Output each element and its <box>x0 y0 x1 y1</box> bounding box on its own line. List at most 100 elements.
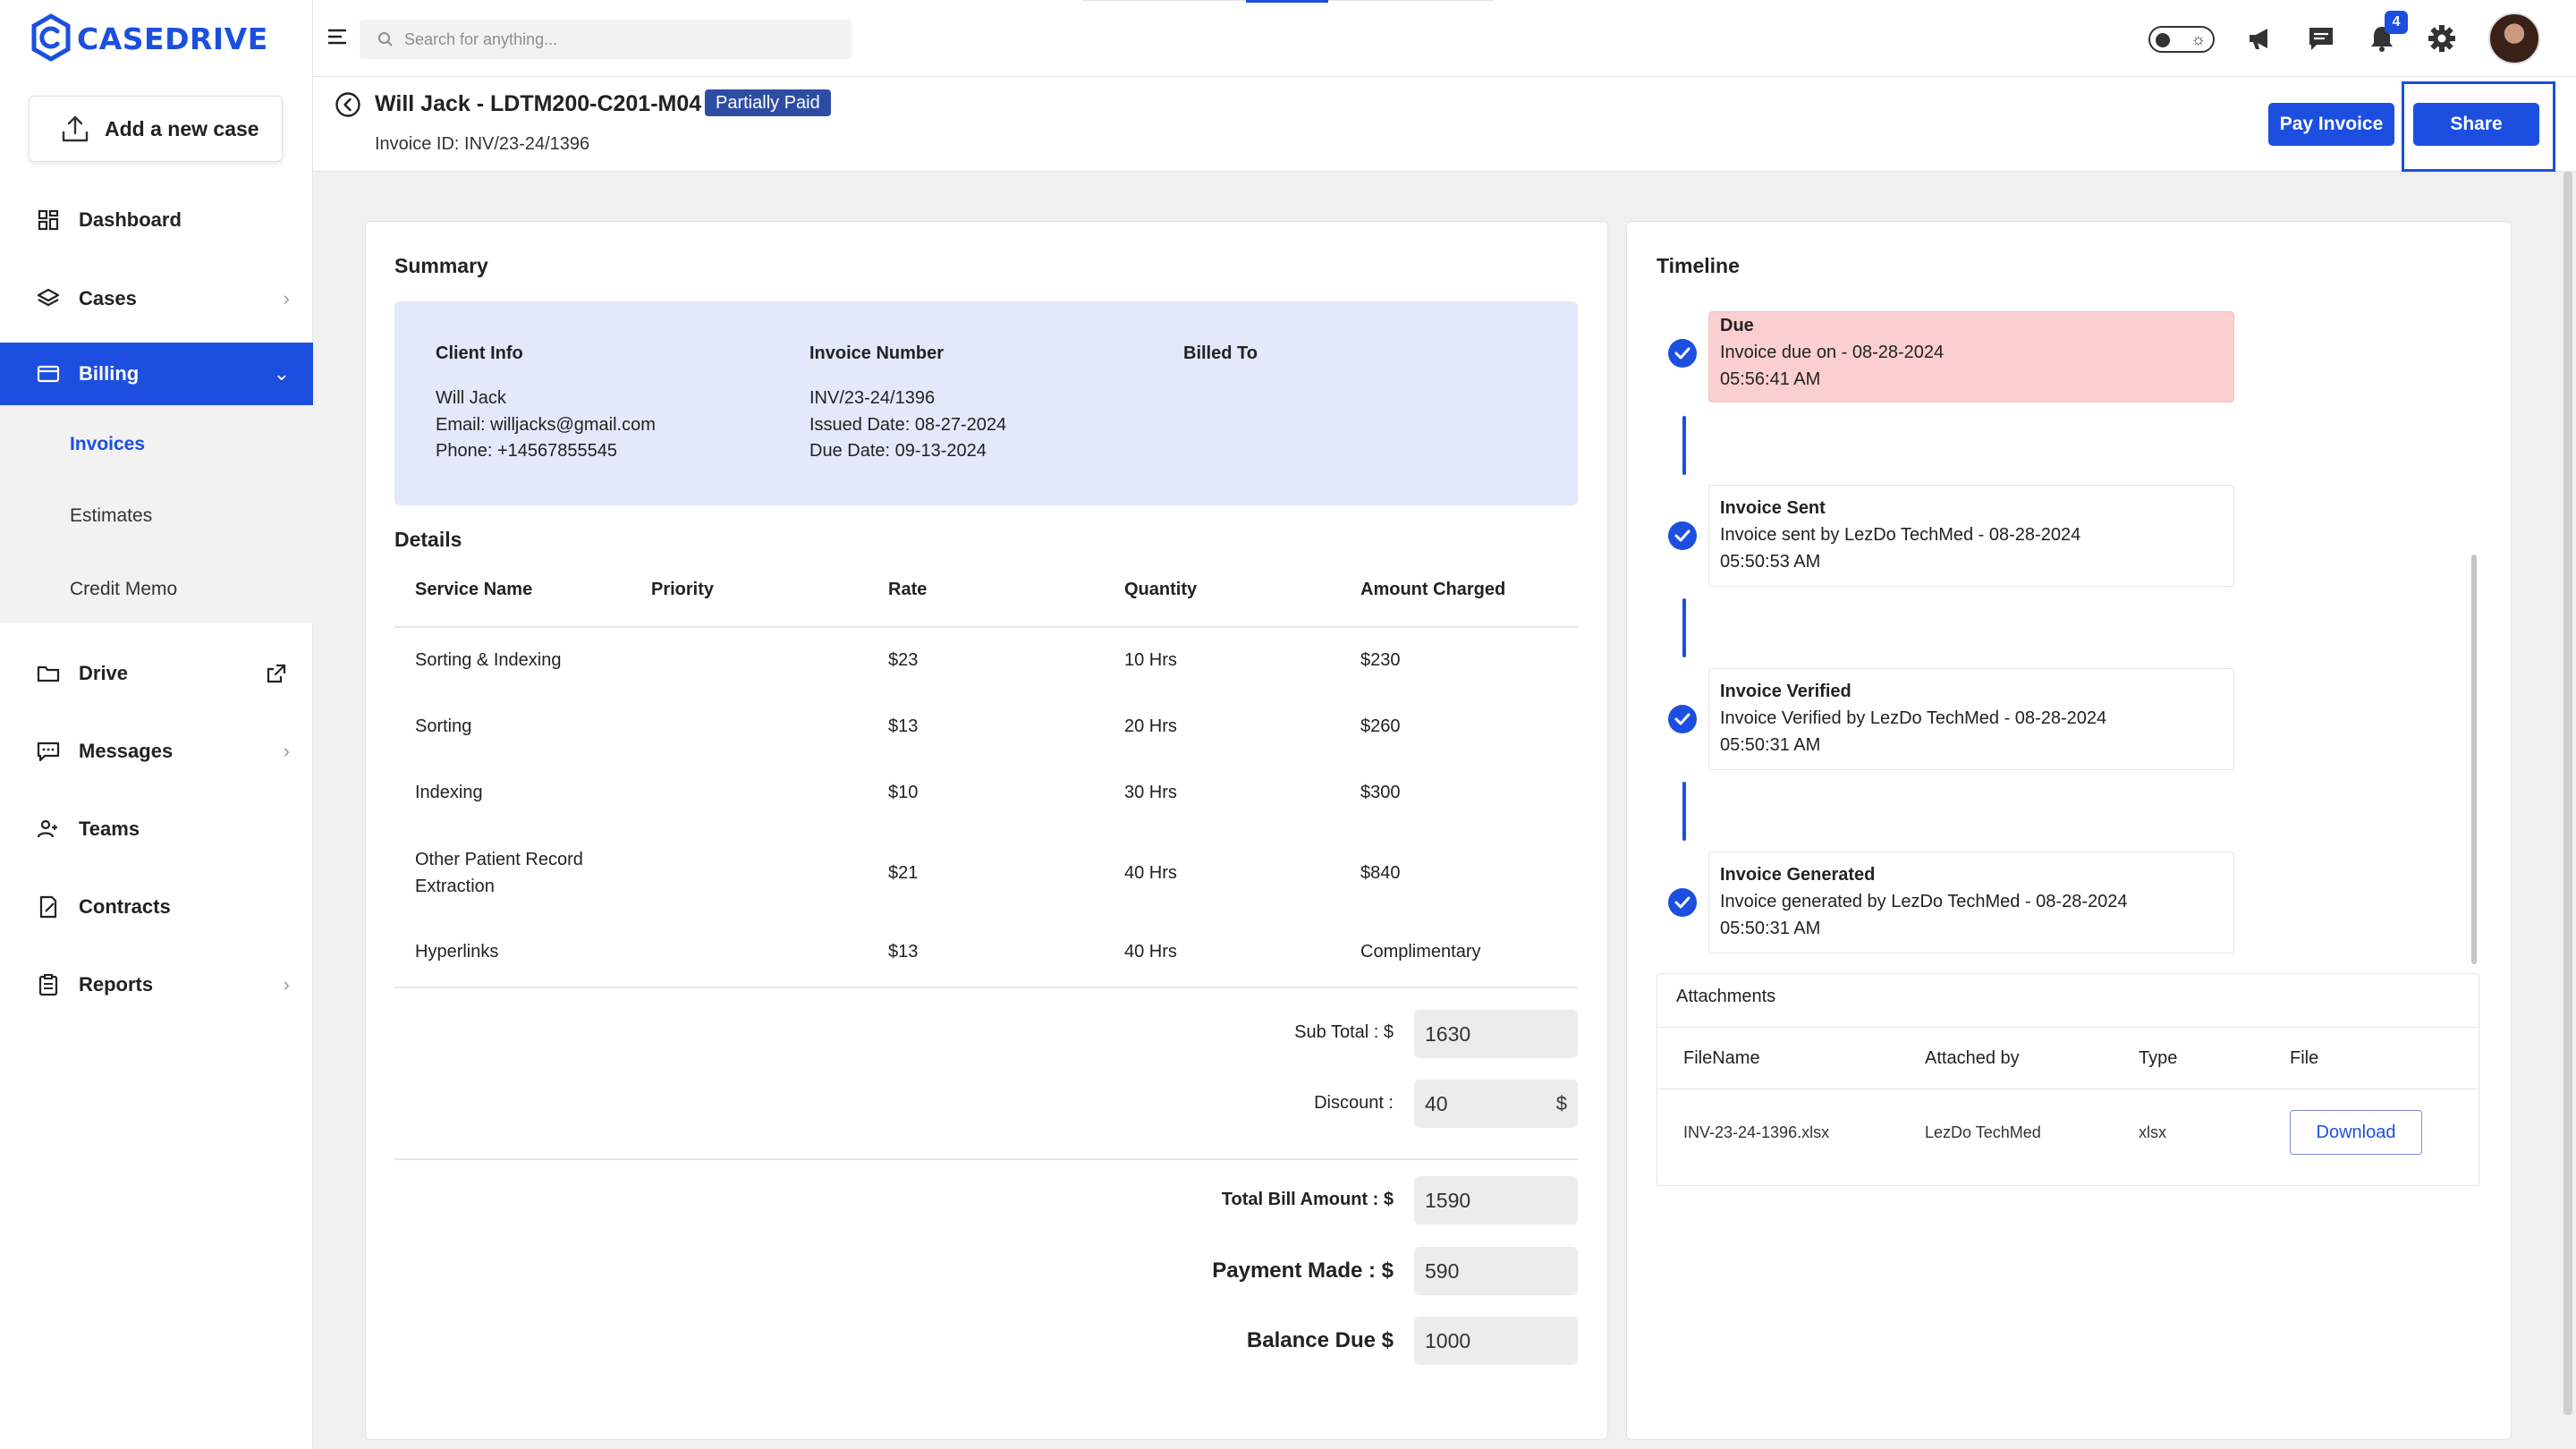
chevron-right-icon: › <box>283 740 290 762</box>
cell-service-line1: Other Patient Record <box>415 850 583 869</box>
summary-title: Summary <box>394 254 488 277</box>
notification-badge: 4 <box>2385 11 2408 34</box>
cell-amount: $260 <box>1360 716 1401 736</box>
add-case-button[interactable]: Add a new case <box>29 96 283 162</box>
app-logo[interactable]: CASEDRIVE <box>30 13 268 64</box>
summary-info-box <box>394 301 1578 505</box>
cell-quantity: 40 Hrs <box>1124 942 1177 962</box>
subtotal-field[interactable]: 1630 <box>1414 1010 1578 1058</box>
client-phone: Phone: +14567855545 <box>436 441 617 461</box>
event-title: Invoice Sent <box>1720 498 1826 518</box>
sidebar-item-dashboard[interactable]: Dashboard <box>0 189 313 251</box>
attachment-type: xlsx <box>2139 1123 2166 1141</box>
check-circle-icon <box>1668 521 1697 550</box>
page-title: Will Jack - LDTM200-C201-M04 <box>375 91 702 116</box>
payment-made-field[interactable]: 590 <box>1414 1247 1578 1295</box>
total-bill-label: Total Bill Amount : $ <box>1221 1190 1394 1209</box>
discount-field[interactable]: 40 $ <box>1414 1080 1578 1128</box>
cell-quantity: 20 Hrs <box>1124 716 1177 736</box>
attachments-title: Attachments <box>1676 987 1776 1006</box>
issued-date: Issued Date: 08-27-2024 <box>809 415 1007 435</box>
sidebar-item-cases[interactable]: Cases › <box>0 267 313 330</box>
sidebar-item-label: Contracts <box>79 895 171 918</box>
share-button[interactable]: Share <box>2413 103 2539 146</box>
cell-service: Sorting & Indexing <box>415 650 562 670</box>
sidebar-item-label: Cases <box>79 287 137 309</box>
cell-quantity: 10 Hrs <box>1124 650 1177 670</box>
totals-divider <box>394 1158 1578 1160</box>
event-time: 05:56:41 AM <box>1720 369 1821 389</box>
cell-service: Sorting <box>415 716 472 736</box>
timeline-event-sent: Invoice Sent Invoice sent by LezDo TechM… <box>1708 485 2234 587</box>
page-scrollbar[interactable] <box>2563 172 2572 1415</box>
table-bottom-divider <box>394 987 1578 988</box>
billing-submenu: Invoices Estimates Credit Memo <box>0 405 313 623</box>
sidebar-item-label: Reports <box>79 973 154 996</box>
search-input[interactable]: Search for anything... <box>360 20 852 59</box>
timeline-event-verified: Invoice Verified Invoice Verified by Lez… <box>1708 668 2234 770</box>
dashboard-icon <box>38 209 59 231</box>
timeline-connector <box>1682 598 1686 657</box>
cell-rate: $13 <box>888 716 919 736</box>
col-type: Type <box>2139 1048 2178 1068</box>
submenu-invoices[interactable]: Invoices <box>70 434 145 455</box>
balance-due-field[interactable]: 1000 <box>1414 1317 1578 1365</box>
attachment-attached-by: LezDo TechMed <box>1925 1123 2041 1141</box>
download-button[interactable]: Download <box>2290 1110 2422 1155</box>
cell-service: Hyperlinks <box>415 942 499 962</box>
loading-indicator <box>1246 0 1328 3</box>
cell-quantity: 30 Hrs <box>1124 783 1177 802</box>
event-text: Invoice Verified by LezDo TechMed - 08-2… <box>1720 708 2107 728</box>
avatar[interactable] <box>2488 13 2540 64</box>
col-rate: Rate <box>888 580 928 599</box>
cell-rate: $23 <box>888 650 919 670</box>
megaphone-icon[interactable] <box>2245 23 2275 54</box>
timeline-card <box>1626 221 2512 1440</box>
timeline-title: Timeline <box>1657 254 1740 277</box>
top-bar: Search for anything... <box>313 0 2576 77</box>
event-title: Invoice Verified <box>1720 682 1852 701</box>
sidebar-item-messages[interactable]: Messages › <box>0 720 313 783</box>
total-bill-field[interactable]: 1590 <box>1414 1176 1578 1224</box>
sidebar-item-teams[interactable]: Teams <box>0 798 313 860</box>
submenu-estimates[interactable]: Estimates <box>70 505 152 527</box>
cell-rate: $10 <box>888 783 919 802</box>
gear-icon[interactable] <box>2427 23 2457 54</box>
submenu-credit-memo[interactable]: Credit Memo <box>70 579 177 600</box>
pay-invoice-button[interactable]: Pay Invoice <box>2268 103 2394 146</box>
balance-due-label: Balance Due $ <box>1246 1328 1394 1352</box>
discount-unit: $ <box>1555 1092 1567 1114</box>
theme-toggle[interactable]: ☼ <box>2148 26 2215 53</box>
sidebar-item-reports[interactable]: Reports › <box>0 953 313 1016</box>
external-link-icon[interactable] <box>265 662 288 685</box>
sidebar-item-billing[interactable]: Billing ⌄ <box>0 343 313 405</box>
teams-icon <box>37 819 57 838</box>
col-filename: FileName <box>1683 1048 1760 1068</box>
menu-icon[interactable] <box>326 23 349 50</box>
cell-rate: $13 <box>888 942 919 962</box>
chat-icon[interactable] <box>2306 23 2336 54</box>
theme-toggle-icon: ☼ <box>2190 30 2207 48</box>
event-text: Invoice sent by LezDo TechMed - 08-28-20… <box>1720 525 2081 545</box>
folder-icon <box>37 665 60 682</box>
sidebar-item-drive[interactable]: Drive <box>0 642 313 705</box>
search-placeholder: Search for anything... <box>404 30 558 48</box>
check-circle-icon <box>1668 888 1697 917</box>
search-icon <box>378 32 393 47</box>
timeline-connector <box>1682 782 1686 841</box>
cell-amount: $230 <box>1360 650 1401 670</box>
col-amount-charged: Amount Charged <box>1360 580 1506 599</box>
col-file: File <box>2290 1048 2319 1068</box>
sidebar-item-contracts[interactable]: Contracts <box>0 876 313 938</box>
event-title: Invoice Generated <box>1720 865 1876 885</box>
chevron-right-icon: › <box>283 287 290 309</box>
chevron-right-icon: › <box>283 973 290 996</box>
invoice-header: Will Jack - LDTM200-C201-M04 Partially P… <box>313 77 2576 172</box>
toggle-knob <box>2156 33 2170 47</box>
check-circle-icon <box>1668 339 1697 368</box>
back-arrow-icon[interactable] <box>335 91 361 118</box>
table-header-divider <box>394 626 1578 628</box>
cell-amount: Complimentary <box>1360 942 1481 962</box>
message-icon <box>37 741 60 762</box>
timeline-scrollbar[interactable] <box>2471 555 2477 964</box>
